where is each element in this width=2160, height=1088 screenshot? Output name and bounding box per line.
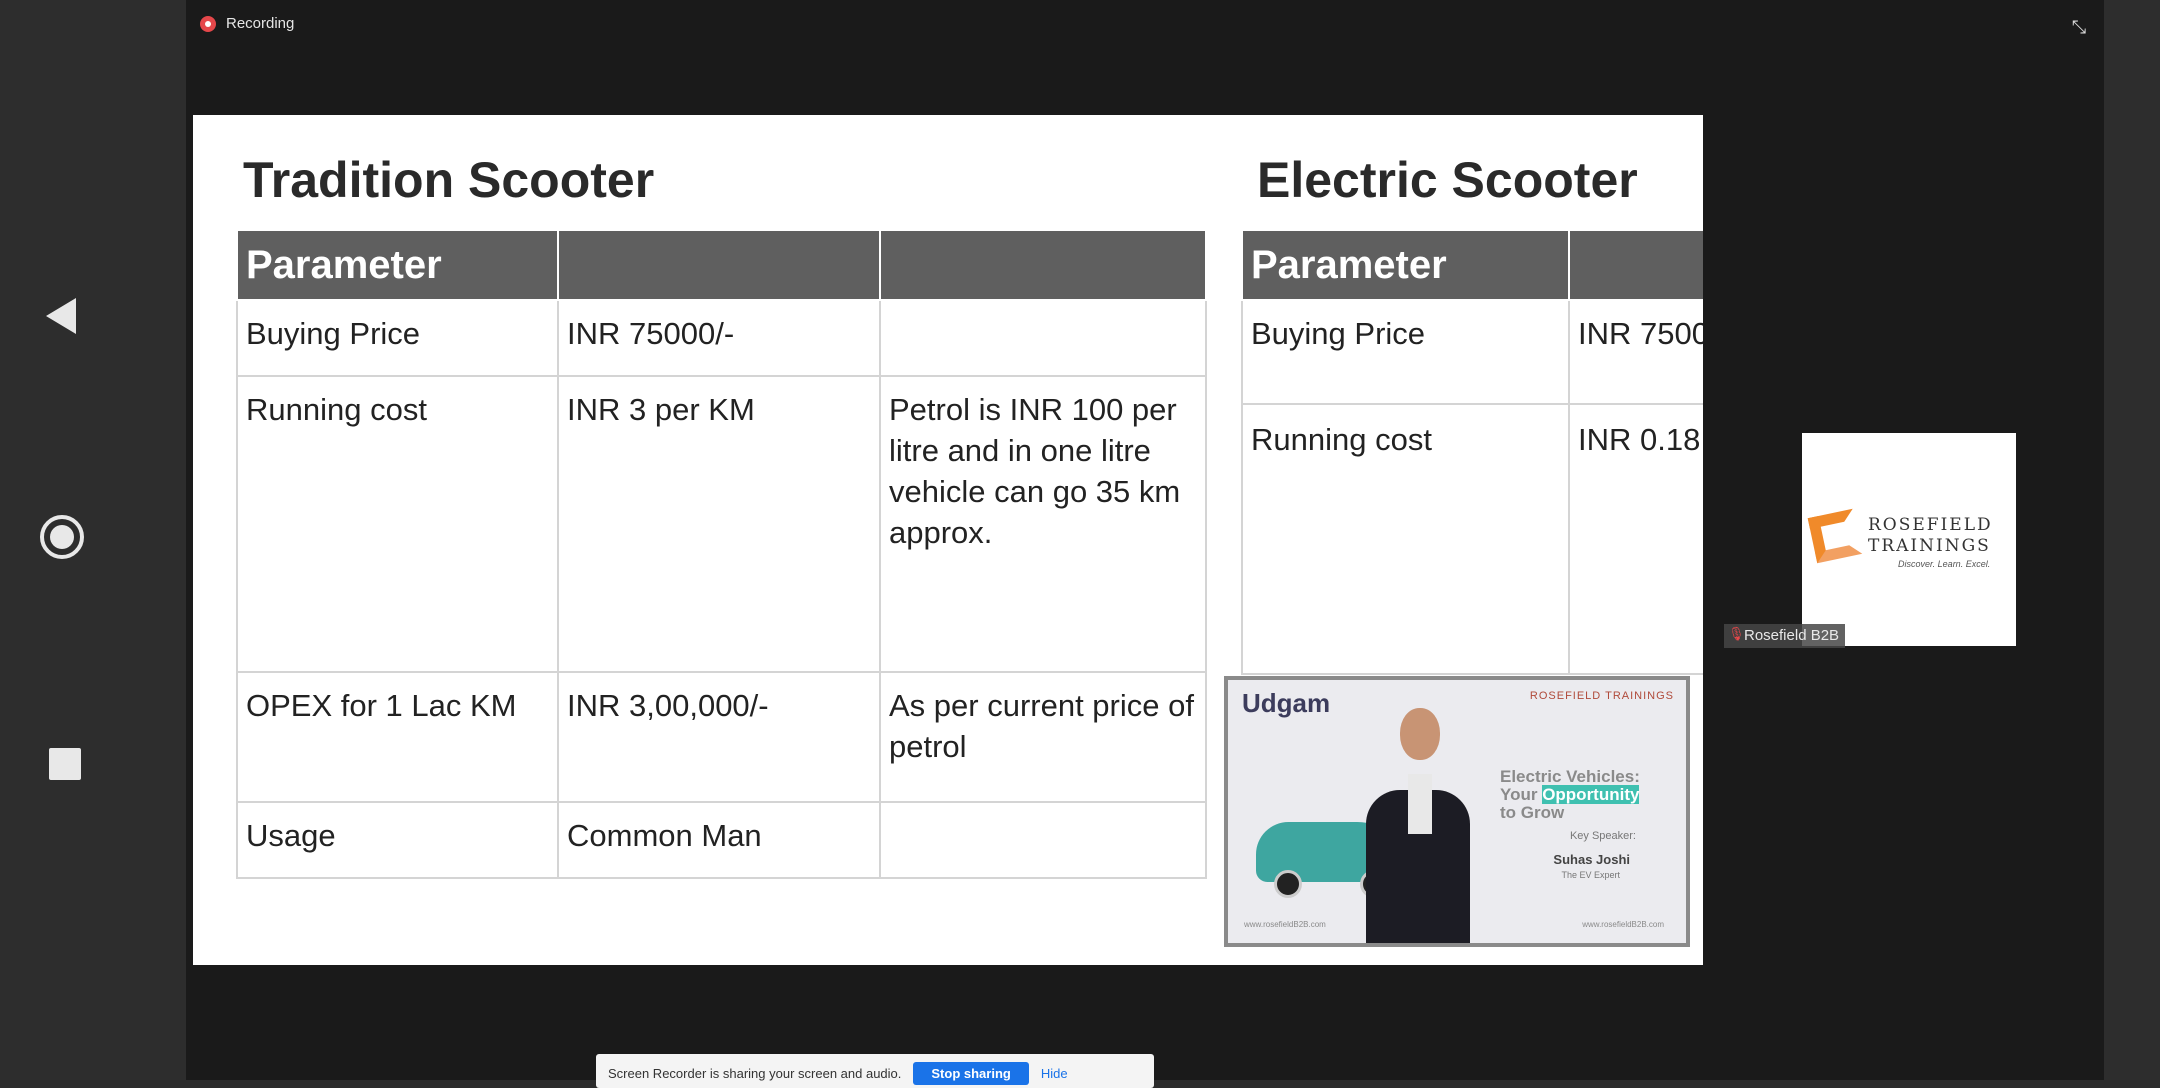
logo-line2: TRAININGS: [1868, 536, 1991, 556]
speaker-name: Suhas Joshi: [1553, 852, 1630, 867]
udgam-brand: Udgam: [1242, 688, 1331, 718]
table-cell: INR 7500: [1568, 299, 1703, 405]
table-header: [1568, 229, 1703, 301]
table-cell: INR 75000/-: [557, 299, 881, 377]
speaker-title: The EV Expert: [1561, 870, 1620, 880]
table-cell: INR 0.18: [1568, 403, 1703, 675]
recording-indicator: Recording: [200, 15, 294, 32]
table-header: [557, 229, 881, 301]
right-gutter: [2104, 0, 2160, 1080]
recording-label: Recording: [226, 15, 295, 32]
traditional-title: Tradition Scooter: [243, 152, 655, 208]
heading-highlight: Opportunity: [1542, 785, 1640, 804]
stop-sharing-button[interactable]: Stop sharing: [913, 1062, 1029, 1085]
table-header-row: Parameter: [1241, 229, 1703, 301]
participant-tile[interactable]: ROSEFIELD TRAININGS Discover. Learn. Exc…: [1802, 433, 2016, 646]
table-cell: Buying Price: [1241, 299, 1570, 405]
rosefield-logo-icon: [1807, 508, 1863, 564]
table-cell: OPEX for 1 Lac KM: [236, 671, 559, 803]
table-row: Usage Common Man: [236, 801, 1207, 879]
electric-title: Electric Scooter: [1257, 152, 1638, 208]
table-cell: Buying Price: [236, 299, 559, 377]
home-icon[interactable]: [40, 515, 84, 559]
table-header: Parameter: [1241, 229, 1570, 301]
table-header: Parameter: [236, 229, 559, 301]
table-row: Buying Price INR 75000/-: [236, 299, 1207, 377]
android-nav-bar: [0, 0, 186, 1080]
table-header: [879, 229, 1207, 301]
mic-muted-icon: 🎙: [1728, 626, 1745, 641]
table-row: Running cost INR 3 per KM Petrol is INR …: [236, 375, 1207, 673]
participant-name-tag: 🎙 Rosefield B2B: [1724, 624, 1846, 648]
logo-tagline: Discover. Learn. Excel.: [1898, 559, 1991, 569]
presenter-shirt: [1408, 774, 1432, 834]
participant-name: Rosefield B2B: [1744, 627, 1840, 644]
traditional-table: Parameter Buying Price INR 75000/- Runni…: [236, 229, 1207, 879]
screen-share-notification: Screen Recorder is sharing your screen a…: [596, 1054, 1154, 1088]
table-cell: Usage: [236, 801, 559, 879]
meeting-view: Recording ⤡ Tradition Scooter Electric S…: [186, 0, 2104, 1088]
table-cell: Petrol is INR 100 per litre and in one l…: [879, 375, 1207, 673]
heading-suffix: to Grow: [1500, 803, 1565, 822]
table-cell: Common Man: [557, 801, 881, 879]
presenter-head: [1400, 708, 1440, 760]
table-header-row: Parameter: [236, 229, 1207, 301]
electric-table: Parameter Buying Price INR 7500 Running …: [1241, 229, 1703, 675]
table-cell: INR 3 per KM: [557, 375, 881, 673]
presenter-video[interactable]: Udgam ROSEFIELD TRAININGS Electric Vehic…: [1224, 676, 1690, 947]
table-cell: Running cost: [1241, 403, 1570, 675]
logo-line1: ROSEFIELD: [1868, 515, 1993, 535]
ev-heading: Electric Vehicles: Your Opportunity to G…: [1500, 768, 1660, 822]
minimize-icon[interactable]: ⤡: [2070, 18, 2088, 36]
video-footer-left: www.rosefieldB2B.com: [1244, 920, 1326, 929]
mini-brand-logo: ROSEFIELD TRAININGS: [1529, 690, 1674, 702]
shared-slide: Tradition Scooter Electric Scooter Param…: [193, 115, 1703, 965]
table-cell: As per current price of petrol: [879, 671, 1207, 803]
table-cell: Running cost: [236, 375, 559, 673]
record-icon: [200, 15, 216, 32]
recent-apps-icon[interactable]: [49, 748, 81, 780]
back-icon[interactable]: [46, 298, 76, 334]
table-cell: INR 3,00,000/-: [557, 671, 881, 803]
key-speaker-label: Key Speaker:: [1569, 830, 1636, 842]
table-cell: [879, 299, 1207, 377]
table-row: Running cost INR 0.18: [1241, 403, 1703, 675]
table-cell: [879, 801, 1207, 879]
video-footer-right: www.rosefieldB2B.com: [1582, 920, 1664, 929]
hide-button[interactable]: Hide: [1041, 1066, 1068, 1081]
share-message: Screen Recorder is sharing your screen a…: [608, 1066, 902, 1081]
logo-text: ROSEFIELD TRAININGS: [1868, 515, 1993, 557]
wheel-icon: [1274, 870, 1302, 898]
table-row: OPEX for 1 Lac KM INR 3,00,000/- As per …: [236, 671, 1207, 803]
table-row: Buying Price INR 7500: [1241, 299, 1703, 405]
